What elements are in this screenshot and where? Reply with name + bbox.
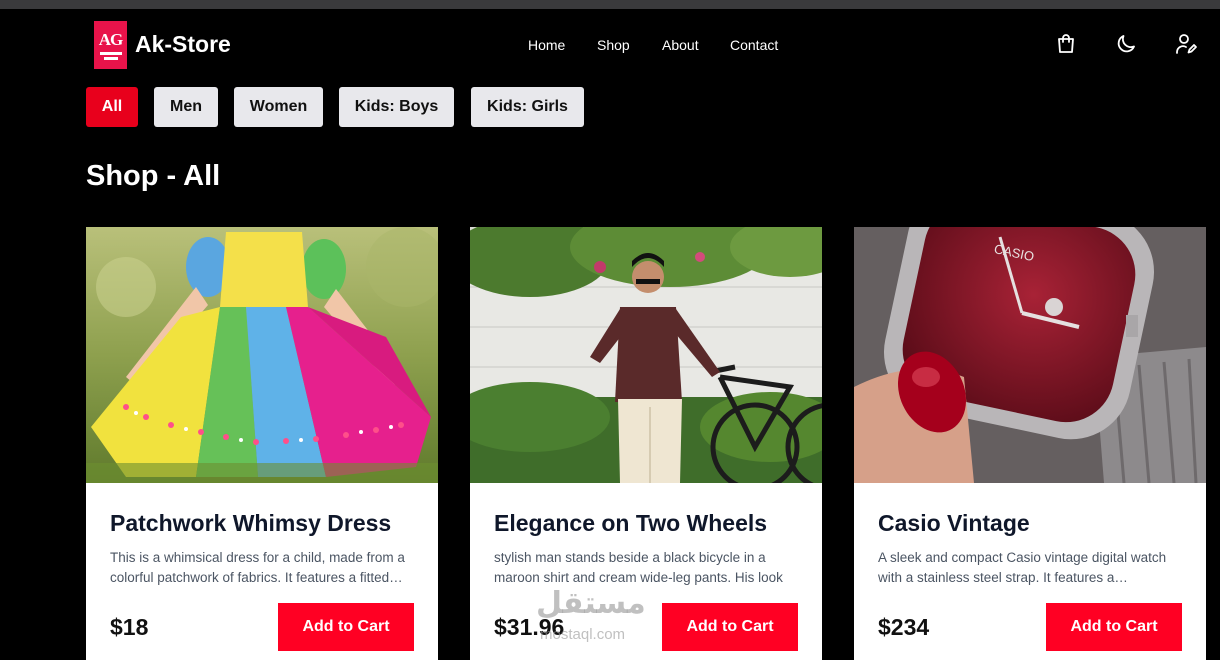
site-header: AG Ak-Store Home Shop About Contact (0, 9, 1220, 81)
nav-about-link[interactable]: About (662, 37, 699, 53)
product-card: CASIO Casio Vintage A sleek and compact … (854, 227, 1206, 660)
brand-logo[interactable]: AG (94, 21, 127, 69)
product-title: Casio Vintage (878, 510, 1030, 536)
browser-top-strip (0, 0, 1220, 9)
filter-women-button[interactable]: Women (234, 87, 323, 127)
shopping-bag-icon[interactable] (1054, 32, 1078, 56)
product-card: Elegance on Two Wheels stylish man stand… (470, 227, 822, 660)
product-description: stylish man stands beside a black bicycl… (494, 550, 783, 585)
moon-icon[interactable] (1114, 32, 1138, 56)
product-price: $31.96 (494, 614, 565, 640)
product-price: $18 (110, 614, 149, 640)
product-description: A sleek and compact Casio vintage digita… (878, 550, 1167, 585)
logo-monogram: AG (98, 29, 123, 49)
logo-bar (99, 51, 122, 55)
product-image[interactable]: CASIO (854, 227, 1206, 483)
filter-all-button[interactable]: All (86, 87, 138, 127)
logo-bar (103, 56, 118, 60)
nav-contact-link[interactable]: Contact (730, 37, 778, 53)
product-title: Elegance on Two Wheels (494, 510, 768, 536)
add-to-cart-button[interactable]: Add to Cart (278, 603, 414, 651)
product-title: Patchwork Whimsy Dress (110, 510, 392, 536)
filter-kids-girls-button[interactable]: Kids: Girls (471, 87, 584, 127)
nav-home-link[interactable]: Home (528, 37, 565, 53)
filter-kids-boys-button[interactable]: Kids: Boys (339, 87, 454, 127)
product-description: This is a whimsical dress for a child, m… (110, 550, 405, 585)
product-image[interactable] (86, 227, 438, 483)
brand-name[interactable]: Ak-Store (135, 31, 231, 58)
add-to-cart-button[interactable]: Add to Cart (662, 603, 798, 651)
page-title: Shop - All (86, 160, 221, 192)
product-image[interactable] (470, 227, 822, 483)
product-card: Patchwork Whimsy Dress This is a whimsic… (86, 227, 438, 660)
add-to-cart-button[interactable]: Add to Cart (1046, 603, 1182, 651)
filter-men-button[interactable]: Men (154, 87, 218, 127)
nav-shop-link[interactable]: Shop (597, 37, 630, 53)
product-price: $234 (878, 614, 930, 640)
user-edit-icon[interactable] (1174, 32, 1198, 56)
